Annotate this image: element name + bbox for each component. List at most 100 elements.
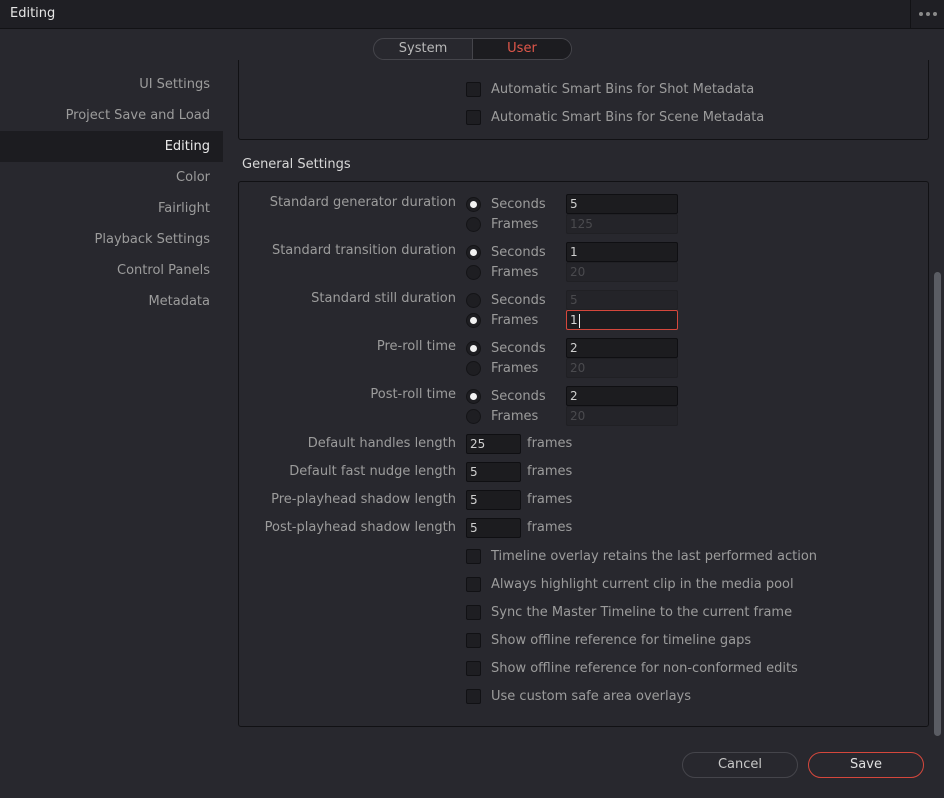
radio-button[interactable] — [466, 408, 481, 424]
checkbox[interactable] — [466, 548, 481, 564]
offline-nonconformed-checkbox-row[interactable]: Show offline reference for non-conformed… — [466, 658, 798, 678]
save-button[interactable]: Save — [808, 752, 924, 778]
postroll-frames-input[interactable]: 20 — [566, 406, 678, 426]
radio-button[interactable] — [466, 196, 481, 212]
radio-label: Seconds — [491, 340, 546, 356]
checkbox[interactable] — [466, 576, 481, 592]
still-frames-input[interactable]: 1 — [566, 310, 678, 330]
generator-frames-radio[interactable]: Frames — [466, 214, 538, 234]
radio-label: Frames — [491, 408, 539, 424]
sidebar-item-ui-settings[interactable]: UI Settings — [0, 69, 223, 100]
radio-selected-dot — [470, 344, 477, 352]
sidebar-item-editing[interactable]: Editing — [0, 131, 223, 162]
text-caret — [578, 313, 580, 328]
unit-label: frames — [527, 436, 573, 451]
checkbox[interactable] — [466, 632, 481, 648]
offline-gaps-checkbox-row[interactable]: Show offline reference for timeline gaps — [466, 630, 751, 650]
timeline-overlay-checkbox-row[interactable]: Timeline overlay retains the last perfor… — [466, 546, 817, 566]
checkbox-label: Always highlight current clip in the med… — [491, 576, 794, 592]
unit-label: frames — [527, 464, 573, 479]
checkbox[interactable] — [466, 81, 481, 97]
checkbox[interactable] — [466, 688, 481, 704]
pre-playhead-shadow-input[interactable]: 5 — [466, 490, 521, 510]
input-value: 1 — [570, 313, 578, 327]
field-label: Pre-roll time — [376, 339, 456, 354]
generator-seconds-input[interactable]: 5 — [566, 194, 678, 214]
section-title-general-settings: General Settings — [242, 157, 351, 172]
still-seconds-radio[interactable]: Seconds — [466, 290, 546, 310]
title-bar: Editing — [0, 0, 944, 29]
transition-seconds-input[interactable]: 1 — [566, 242, 678, 262]
radio-label: Frames — [491, 264, 539, 280]
unit-label: frames — [527, 520, 573, 535]
checkbox-label: Automatic Smart Bins for Scene Metadata — [491, 109, 765, 125]
field-label: Default fast nudge length — [289, 464, 456, 479]
sidebar-item-fairlight[interactable]: Fairlight — [0, 193, 223, 224]
fast-nudge-length-input[interactable]: 5 — [466, 462, 521, 482]
still-seconds-input[interactable]: 5 — [566, 290, 678, 310]
preroll-seconds-input[interactable]: 2 — [566, 338, 678, 358]
sidebar-item-metadata[interactable]: Metadata — [0, 286, 223, 317]
radio-selected-dot — [470, 200, 477, 208]
radio-label: Frames — [491, 216, 539, 232]
transition-frames-input[interactable]: 20 — [566, 262, 678, 282]
smart-bins-shot-checkbox-row[interactable]: Automatic Smart Bins for Shot Metadata — [466, 79, 754, 99]
checkbox[interactable] — [466, 109, 481, 125]
preroll-frames-radio[interactable]: Frames — [466, 358, 538, 378]
postroll-seconds-radio[interactable]: Seconds — [466, 386, 546, 406]
transition-frames-radio[interactable]: Frames — [466, 262, 538, 282]
checkbox[interactable] — [466, 660, 481, 676]
generator-frames-input[interactable]: 125 — [566, 214, 678, 234]
safe-area-overlays-checkbox-row[interactable]: Use custom safe area overlays — [466, 686, 691, 706]
preroll-seconds-radio[interactable]: Seconds — [466, 338, 546, 358]
checkbox-label: Timeline overlay retains the last perfor… — [491, 548, 818, 564]
sync-master-timeline-checkbox-row[interactable]: Sync the Master Timeline to the current … — [466, 602, 792, 622]
field-label: Pre-playhead shadow length — [271, 492, 456, 507]
unit-label: frames — [527, 492, 573, 507]
sidebar-item-control-panels[interactable]: Control Panels — [0, 255, 223, 286]
transition-seconds-radio[interactable]: Seconds — [466, 242, 546, 262]
checkbox[interactable] — [466, 604, 481, 620]
radio-button[interactable] — [466, 388, 481, 404]
vertical-scrollbar[interactable] — [934, 272, 941, 736]
sidebar-item-project-save-and-load[interactable]: Project Save and Load — [0, 100, 223, 131]
more-options-button[interactable] — [910, 0, 944, 28]
checkbox-label: Automatic Smart Bins for Shot Metadata — [491, 81, 755, 97]
still-frames-radio[interactable]: Frames — [466, 310, 538, 330]
field-label: Standard generator duration — [269, 195, 456, 210]
smart-bins-scene-checkbox-row[interactable]: Automatic Smart Bins for Scene Metadata — [466, 107, 764, 127]
radio-label: Seconds — [491, 388, 546, 404]
field-label: Post-playhead shadow length — [264, 520, 456, 535]
checkbox-label: Show offline reference for timeline gaps — [491, 632, 752, 648]
field-label: Standard transition duration — [271, 243, 456, 258]
sidebar-item-playback-settings[interactable]: Playback Settings — [0, 224, 223, 255]
generator-seconds-radio[interactable]: Seconds — [466, 194, 546, 214]
highlight-clip-checkbox-row[interactable]: Always highlight current clip in the med… — [466, 574, 794, 594]
radio-label: Frames — [491, 312, 539, 328]
window-title: Editing — [10, 6, 56, 21]
radio-button[interactable] — [466, 312, 481, 328]
radio-selected-dot — [470, 248, 477, 256]
more-horizontal-icon — [918, 12, 923, 16]
cancel-button[interactable]: Cancel — [682, 752, 798, 778]
smart-bins-panel — [238, 60, 929, 140]
scope-toggle: System User — [373, 38, 572, 60]
sidebar: UI Settings Project Save and Load Editin… — [0, 69, 223, 317]
radio-button[interactable] — [466, 264, 481, 280]
tab-system[interactable]: System — [374, 39, 473, 59]
post-playhead-shadow-input[interactable]: 5 — [466, 518, 521, 538]
preroll-frames-input[interactable]: 20 — [566, 358, 678, 378]
radio-button[interactable] — [466, 340, 481, 356]
postroll-frames-radio[interactable]: Frames — [466, 406, 538, 426]
sidebar-item-color[interactable]: Color — [0, 162, 223, 193]
field-label: Default handles length — [307, 436, 456, 451]
tab-user[interactable]: User — [473, 39, 571, 59]
radio-selected-dot — [470, 316, 477, 324]
radio-selected-dot — [470, 392, 477, 400]
radio-button[interactable] — [466, 292, 481, 308]
radio-button[interactable] — [466, 360, 481, 376]
handles-length-input[interactable]: 25 — [466, 434, 521, 454]
postroll-seconds-input[interactable]: 2 — [566, 386, 678, 406]
radio-button[interactable] — [466, 216, 481, 232]
radio-button[interactable] — [466, 244, 481, 260]
